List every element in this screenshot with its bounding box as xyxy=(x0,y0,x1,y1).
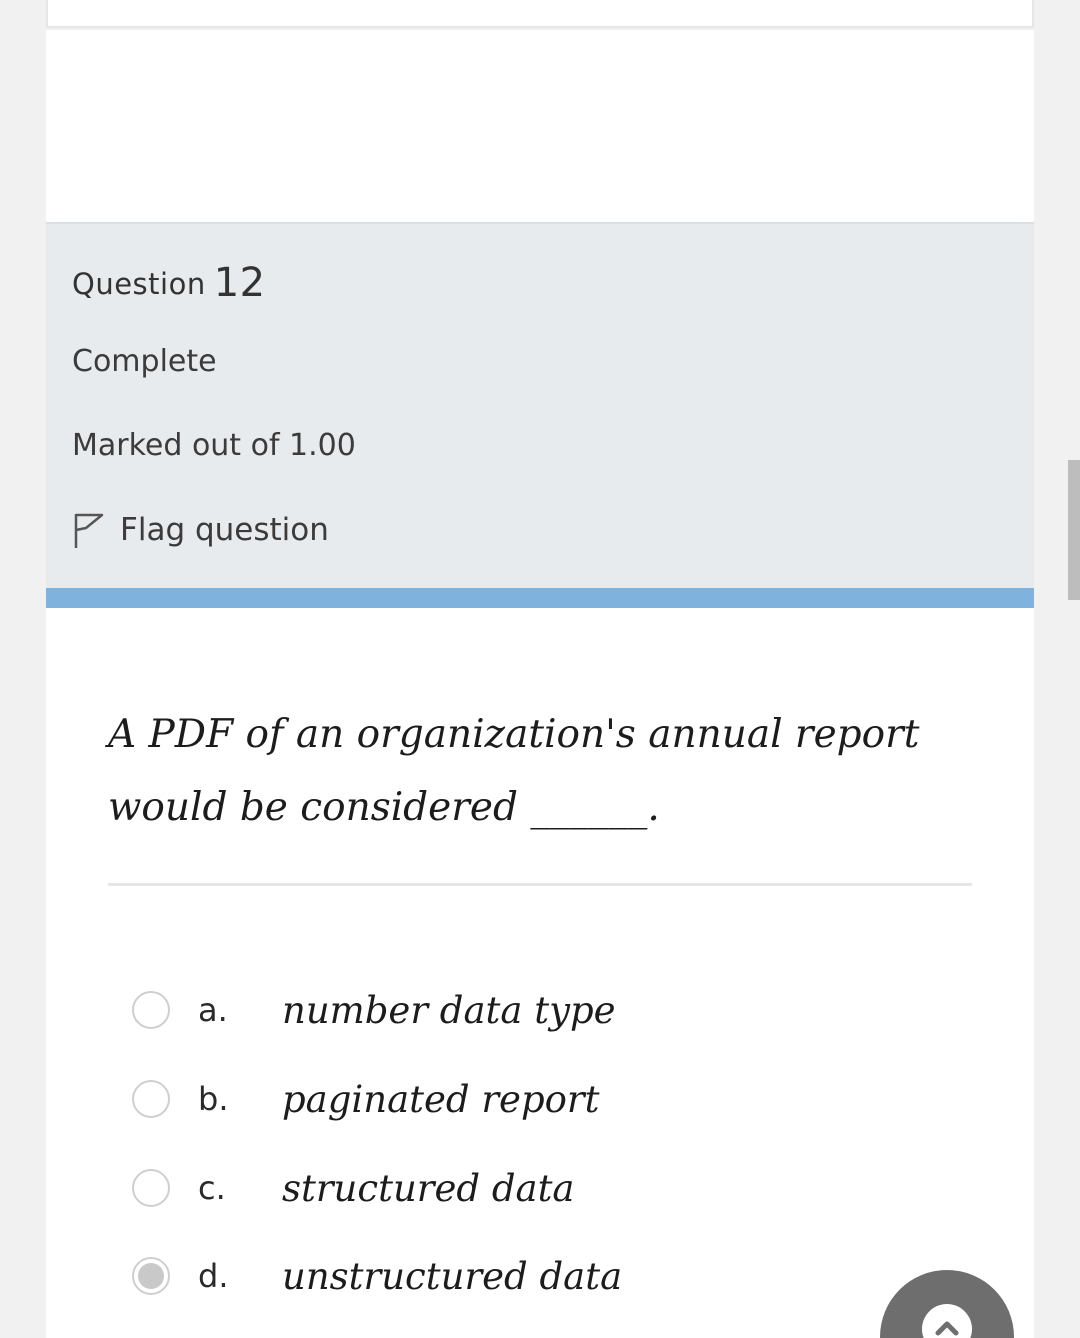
question-state: Complete xyxy=(72,344,217,379)
radio-button-selected[interactable] xyxy=(132,1257,170,1295)
answer-option-d[interactable]: d. unstructured data xyxy=(132,1254,622,1298)
option-letter: c. xyxy=(198,1169,226,1207)
answer-option-a[interactable]: a. number data type xyxy=(132,988,616,1032)
option-letter: a. xyxy=(198,991,228,1029)
option-text[interactable]: unstructured data xyxy=(282,1255,622,1298)
divider xyxy=(108,883,972,886)
option-text[interactable]: number data type xyxy=(282,989,616,1032)
option-text[interactable]: structured data xyxy=(282,1167,575,1210)
quiz-page: Question 12 Complete Marked out of 1.00 F… xyxy=(0,0,1080,1338)
question-text-line: A PDF of an organization's annual report xyxy=(108,712,920,757)
question-info-panel: Question 12 Complete Marked out of 1.00 F… xyxy=(46,222,1034,588)
answer-option-c[interactable]: c. structured data xyxy=(132,1166,575,1210)
question-number: Question 12 xyxy=(72,260,266,306)
question-accent-bar xyxy=(46,588,1034,608)
option-letter: b. xyxy=(198,1080,229,1118)
previous-question-card xyxy=(46,0,1034,28)
option-letter: d. xyxy=(198,1257,229,1295)
chevron-up-icon xyxy=(935,1321,959,1336)
flag-question-link[interactable]: Flag question xyxy=(72,510,329,550)
radio-button[interactable] xyxy=(132,991,170,1029)
flag-question-label: Flag question xyxy=(120,512,329,548)
question-text-line: would be considered ______. xyxy=(108,785,660,830)
scrollbar-thumb[interactable] xyxy=(1068,460,1080,600)
question-number-value: 12 xyxy=(213,260,266,306)
question-label: Question xyxy=(72,267,206,301)
option-text[interactable]: paginated report xyxy=(282,1078,599,1121)
radio-button[interactable] xyxy=(132,1080,170,1118)
scroll-to-top-circle xyxy=(922,1304,972,1338)
question-text: A PDF of an organization's annual report… xyxy=(108,698,968,844)
radio-button[interactable] xyxy=(132,1169,170,1207)
question-grade: Marked out of 1.00 xyxy=(72,428,356,463)
answer-option-b[interactable]: b. paginated report xyxy=(132,1077,599,1121)
flag-icon xyxy=(74,513,104,548)
